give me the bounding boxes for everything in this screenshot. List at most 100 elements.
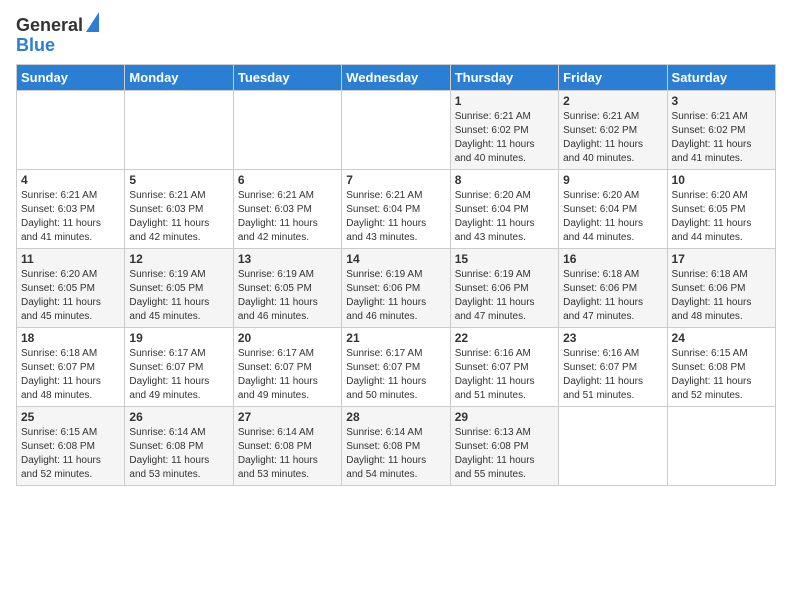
day-info: Sunrise: 6:21 AM Sunset: 6:02 PM Dayligh… bbox=[563, 110, 662, 166]
calendar-cell bbox=[233, 90, 341, 169]
calendar-cell: 28 Sunrise: 6:14 AM Sunset: 6:08 PM Dayli… bbox=[342, 406, 450, 485]
page-header: General Blue bbox=[16, 16, 776, 56]
day-number: 10 bbox=[672, 173, 771, 187]
calendar-cell: 27 Sunrise: 6:14 AM Sunset: 6:08 PM Dayli… bbox=[233, 406, 341, 485]
day-number: 21 bbox=[346, 331, 445, 345]
calendar-cell: 7 Sunrise: 6:21 AM Sunset: 6:04 PM Daylig… bbox=[342, 169, 450, 248]
day-info: Sunrise: 6:16 AM Sunset: 6:07 PM Dayligh… bbox=[455, 347, 554, 403]
day-number: 2 bbox=[563, 94, 662, 108]
calendar-week-row: 18 Sunrise: 6:18 AM Sunset: 6:07 PM Dayli… bbox=[17, 327, 776, 406]
day-number: 1 bbox=[455, 94, 554, 108]
day-info: Sunrise: 6:20 AM Sunset: 6:04 PM Dayligh… bbox=[455, 189, 554, 245]
day-info: Sunrise: 6:21 AM Sunset: 6:02 PM Dayligh… bbox=[455, 110, 554, 166]
logo-triangle-icon bbox=[86, 12, 99, 32]
day-info: Sunrise: 6:20 AM Sunset: 6:04 PM Dayligh… bbox=[563, 189, 662, 245]
calendar-cell: 10 Sunrise: 6:20 AM Sunset: 6:05 PM Dayli… bbox=[667, 169, 775, 248]
calendar-cell: 29Sunrise: 6:13 AM Sunset: 6:08 PM Dayli… bbox=[450, 406, 558, 485]
day-info: Sunrise: 6:17 AM Sunset: 6:07 PM Dayligh… bbox=[129, 347, 228, 403]
day-number: 24 bbox=[672, 331, 771, 345]
calendar-cell: 16 Sunrise: 6:18 AM Sunset: 6:06 PM Dayli… bbox=[559, 248, 667, 327]
calendar-cell: 20Sunrise: 6:17 AM Sunset: 6:07 PM Dayli… bbox=[233, 327, 341, 406]
day-info: Sunrise: 6:18 AM Sunset: 6:06 PM Dayligh… bbox=[672, 268, 771, 324]
day-info: Sunrise: 6:15 AM Sunset: 6:08 PM Dayligh… bbox=[21, 426, 120, 482]
calendar-cell: 19 Sunrise: 6:17 AM Sunset: 6:07 PM Dayli… bbox=[125, 327, 233, 406]
calendar-cell: 4 Sunrise: 6:21 AM Sunset: 6:03 PM Daylig… bbox=[17, 169, 125, 248]
calendar-cell: 26 Sunrise: 6:14 AM Sunset: 6:08 PM Dayli… bbox=[125, 406, 233, 485]
weekday-header-wednesday: Wednesday bbox=[342, 64, 450, 90]
day-info: Sunrise: 6:19 AM Sunset: 6:05 PM Dayligh… bbox=[238, 268, 337, 324]
calendar-cell bbox=[559, 406, 667, 485]
day-info: Sunrise: 6:17 AM Sunset: 6:07 PM Dayligh… bbox=[238, 347, 337, 403]
calendar-cell: 21 Sunrise: 6:17 AM Sunset: 6:07 PM Dayli… bbox=[342, 327, 450, 406]
calendar-table: SundayMondayTuesdayWednesdayThursdayFrid… bbox=[16, 64, 776, 486]
calendar-cell: 14Sunrise: 6:19 AM Sunset: 6:06 PM Dayli… bbox=[342, 248, 450, 327]
calendar-cell: 5Sunrise: 6:21 AM Sunset: 6:03 PM Daylig… bbox=[125, 169, 233, 248]
day-info: Sunrise: 6:17 AM Sunset: 6:07 PM Dayligh… bbox=[346, 347, 445, 403]
day-number: 13 bbox=[238, 252, 337, 266]
day-info: Sunrise: 6:14 AM Sunset: 6:08 PM Dayligh… bbox=[238, 426, 337, 482]
calendar-cell: 8 Sunrise: 6:20 AM Sunset: 6:04 PM Daylig… bbox=[450, 169, 558, 248]
day-info: Sunrise: 6:13 AM Sunset: 6:08 PM Dayligh… bbox=[455, 426, 554, 482]
day-number: 3 bbox=[672, 94, 771, 108]
day-info: Sunrise: 6:15 AM Sunset: 6:08 PM Dayligh… bbox=[672, 347, 771, 403]
day-number: 23 bbox=[563, 331, 662, 345]
day-number: 7 bbox=[346, 173, 445, 187]
weekday-header-row: SundayMondayTuesdayWednesdayThursdayFrid… bbox=[17, 64, 776, 90]
calendar-cell bbox=[17, 90, 125, 169]
day-number: 19 bbox=[129, 331, 228, 345]
day-number: 12 bbox=[129, 252, 228, 266]
calendar-week-row: 25 Sunrise: 6:15 AM Sunset: 6:08 PM Dayli… bbox=[17, 406, 776, 485]
calendar-cell: 23Sunrise: 6:16 AM Sunset: 6:07 PM Dayli… bbox=[559, 327, 667, 406]
day-number: 18 bbox=[21, 331, 120, 345]
calendar-cell: 12 Sunrise: 6:19 AM Sunset: 6:05 PM Dayli… bbox=[125, 248, 233, 327]
day-number: 11 bbox=[21, 252, 120, 266]
day-info: Sunrise: 6:21 AM Sunset: 6:03 PM Dayligh… bbox=[238, 189, 337, 245]
calendar-cell: 25 Sunrise: 6:15 AM Sunset: 6:08 PM Dayli… bbox=[17, 406, 125, 485]
day-info: Sunrise: 6:14 AM Sunset: 6:08 PM Dayligh… bbox=[129, 426, 228, 482]
calendar-cell: 18 Sunrise: 6:18 AM Sunset: 6:07 PM Dayli… bbox=[17, 327, 125, 406]
calendar-week-row: 1 Sunrise: 6:21 AM Sunset: 6:02 PM Daylig… bbox=[17, 90, 776, 169]
day-number: 14 bbox=[346, 252, 445, 266]
weekday-header-monday: Monday bbox=[125, 64, 233, 90]
calendar-cell bbox=[125, 90, 233, 169]
day-info: Sunrise: 6:18 AM Sunset: 6:07 PM Dayligh… bbox=[21, 347, 120, 403]
calendar-cell bbox=[667, 406, 775, 485]
day-info: Sunrise: 6:21 AM Sunset: 6:04 PM Dayligh… bbox=[346, 189, 445, 245]
calendar-cell: 11 Sunrise: 6:20 AM Sunset: 6:05 PM Dayli… bbox=[17, 248, 125, 327]
day-info: Sunrise: 6:19 AM Sunset: 6:05 PM Dayligh… bbox=[129, 268, 228, 324]
day-number: 16 bbox=[563, 252, 662, 266]
day-number: 27 bbox=[238, 410, 337, 424]
day-number: 4 bbox=[21, 173, 120, 187]
day-info: Sunrise: 6:19 AM Sunset: 6:06 PM Dayligh… bbox=[455, 268, 554, 324]
day-info: Sunrise: 6:20 AM Sunset: 6:05 PM Dayligh… bbox=[672, 189, 771, 245]
day-number: 9 bbox=[563, 173, 662, 187]
logo-general: General bbox=[16, 16, 83, 36]
day-number: 17 bbox=[672, 252, 771, 266]
day-info: Sunrise: 6:21 AM Sunset: 6:02 PM Dayligh… bbox=[672, 110, 771, 166]
weekday-header-saturday: Saturday bbox=[667, 64, 775, 90]
calendar-week-row: 11 Sunrise: 6:20 AM Sunset: 6:05 PM Dayli… bbox=[17, 248, 776, 327]
weekday-header-sunday: Sunday bbox=[17, 64, 125, 90]
day-info: Sunrise: 6:20 AM Sunset: 6:05 PM Dayligh… bbox=[21, 268, 120, 324]
calendar-cell: 3 Sunrise: 6:21 AM Sunset: 6:02 PM Daylig… bbox=[667, 90, 775, 169]
day-info: Sunrise: 6:18 AM Sunset: 6:06 PM Dayligh… bbox=[563, 268, 662, 324]
calendar-cell: 17 Sunrise: 6:18 AM Sunset: 6:06 PM Dayli… bbox=[667, 248, 775, 327]
day-number: 6 bbox=[238, 173, 337, 187]
calendar-cell: 6 Sunrise: 6:21 AM Sunset: 6:03 PM Daylig… bbox=[233, 169, 341, 248]
day-number: 8 bbox=[455, 173, 554, 187]
day-info: Sunrise: 6:14 AM Sunset: 6:08 PM Dayligh… bbox=[346, 426, 445, 482]
day-number: 25 bbox=[21, 410, 120, 424]
calendar-cell: 13 Sunrise: 6:19 AM Sunset: 6:05 PM Dayli… bbox=[233, 248, 341, 327]
calendar-cell bbox=[342, 90, 450, 169]
calendar-cell: 1 Sunrise: 6:21 AM Sunset: 6:02 PM Daylig… bbox=[450, 90, 558, 169]
weekday-header-friday: Friday bbox=[559, 64, 667, 90]
day-number: 28 bbox=[346, 410, 445, 424]
logo: General Blue bbox=[16, 16, 99, 56]
calendar-week-row: 4 Sunrise: 6:21 AM Sunset: 6:03 PM Daylig… bbox=[17, 169, 776, 248]
calendar-cell: 22Sunrise: 6:16 AM Sunset: 6:07 PM Dayli… bbox=[450, 327, 558, 406]
calendar-cell: 15 Sunrise: 6:19 AM Sunset: 6:06 PM Dayli… bbox=[450, 248, 558, 327]
logo-blue: Blue bbox=[16, 36, 99, 56]
day-number: 26 bbox=[129, 410, 228, 424]
day-info: Sunrise: 6:21 AM Sunset: 6:03 PM Dayligh… bbox=[21, 189, 120, 245]
day-number: 15 bbox=[455, 252, 554, 266]
